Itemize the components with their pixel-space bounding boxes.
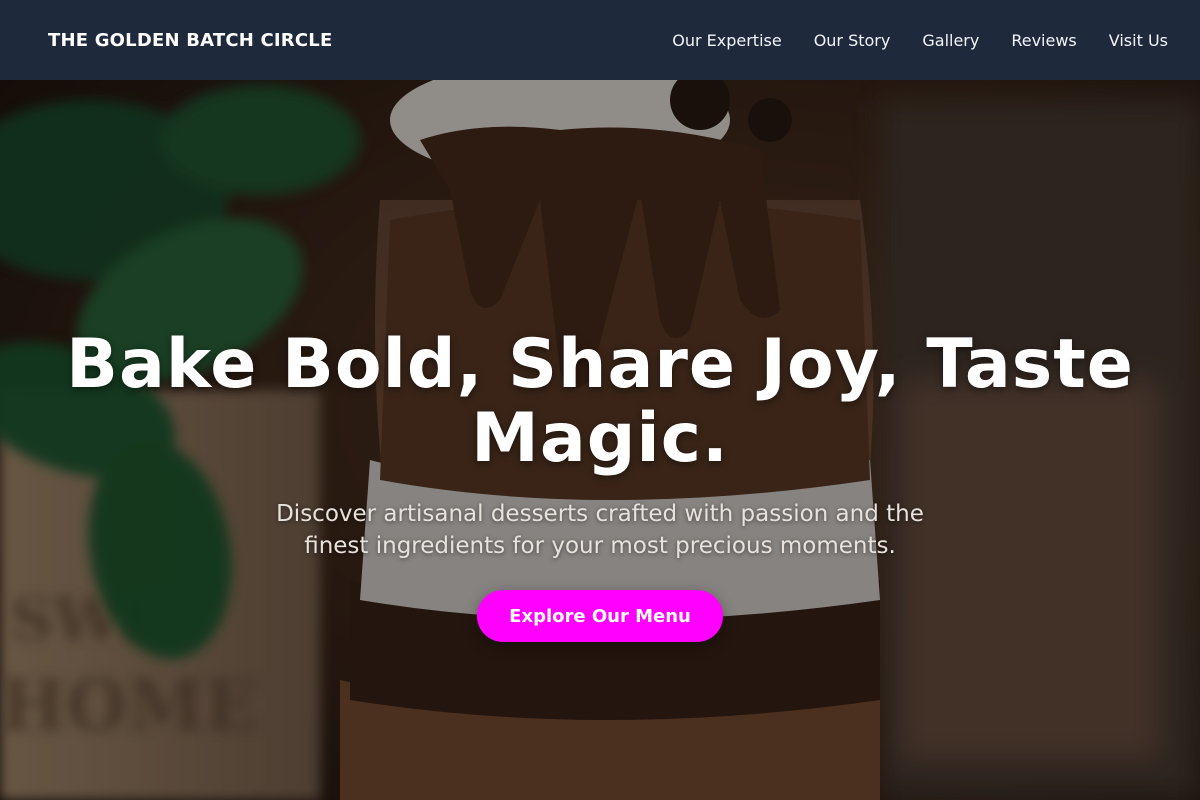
nav-link-reviews[interactable]: Reviews [1011, 31, 1076, 50]
top-navbar: THE GOLDEN BATCH CIRCLE Our Expertise Ou… [0, 0, 1200, 80]
nav-item-expertise: Our Expertise [672, 31, 781, 50]
nav-item-reviews: Reviews [1011, 31, 1076, 50]
hero-section: SWE HOME Bake Bold, Share Joy, Taste Mag… [0, 80, 1200, 800]
hero-subtitle: Discover artisanal desserts crafted with… [276, 501, 924, 559]
nav-menu: Our Expertise Our Story Gallery Reviews … [672, 31, 1168, 50]
nav-link-visit-us[interactable]: Visit Us [1109, 31, 1168, 50]
explore-menu-button[interactable]: Explore Our Menu [477, 590, 723, 642]
nav-link-gallery[interactable]: Gallery [922, 31, 979, 50]
hero-content: Bake Bold, Share Joy, Taste Magic. Disco… [0, 80, 1200, 800]
nav-link-our-story[interactable]: Our Story [814, 31, 891, 50]
nav-link-our-expertise[interactable]: Our Expertise [672, 31, 781, 50]
nav-item-story: Our Story [814, 31, 891, 50]
nav-item-gallery: Gallery [922, 31, 979, 50]
nav-item-visit: Visit Us [1109, 31, 1168, 50]
brand-logo[interactable]: THE GOLDEN BATCH CIRCLE [48, 30, 332, 51]
hero-title: Bake Bold, Share Joy, Taste Magic. [66, 325, 1134, 478]
